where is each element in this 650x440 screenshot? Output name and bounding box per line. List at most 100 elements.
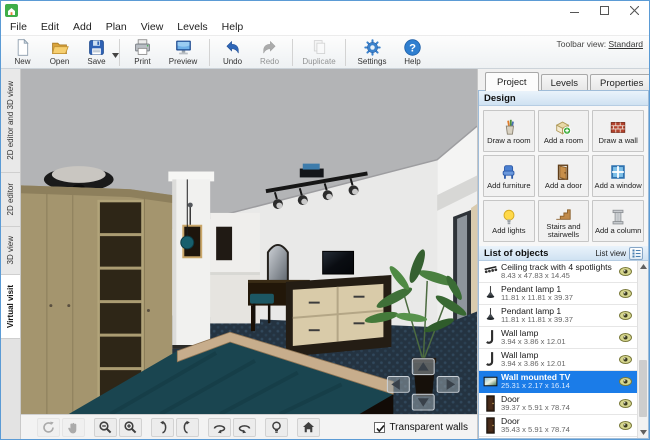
- light-icon[interactable]: [265, 417, 288, 437]
- visibility-eye-icon[interactable]: [619, 355, 633, 364]
- print-icon: [133, 38, 152, 57]
- undo-button[interactable]: Undo: [214, 37, 251, 68]
- object-row-pendant-lamp-2[interactable]: Pendant lamp 1 11.81 x 11.81 x 39.37: [479, 305, 637, 327]
- tab-project[interactable]: Project: [485, 72, 539, 91]
- object-row-wall-lamp-2[interactable]: Wall lamp 3.94 x 3.86 x 12.01: [479, 349, 637, 371]
- tab-2d-editor-and-3d-view[interactable]: 2D editor and 3D view: [1, 69, 20, 173]
- tab-virtual-visit[interactable]: Virtual visit: [1, 275, 20, 339]
- rotate-360-icon[interactable]: [37, 417, 60, 437]
- ceiling-track-icon: [483, 263, 498, 280]
- add-a-door-button[interactable]: Add a door: [537, 155, 590, 197]
- minimize-button[interactable]: [559, 1, 589, 19]
- tilt-right-icon[interactable]: [176, 417, 199, 437]
- duplicate-button[interactable]: Duplicate: [297, 37, 341, 68]
- visibility-eye-icon[interactable]: [619, 377, 633, 386]
- project-panel: Design Draw a room Add a room Draw a wal…: [478, 90, 649, 439]
- tab-3d-view[interactable]: 3D view: [1, 227, 20, 275]
- add-lights-button[interactable]: Add lights: [483, 200, 535, 242]
- draw-room-icon: [500, 117, 518, 137]
- help-button[interactable]: ? Help: [394, 37, 431, 68]
- draw-a-room-button[interactable]: Draw a room: [483, 110, 535, 152]
- titlebar: [1, 1, 649, 19]
- add-a-column-button[interactable]: Add a column: [592, 200, 644, 242]
- light-bulb-icon: [500, 207, 518, 227]
- door-icon: [483, 395, 498, 412]
- menu-add[interactable]: Add: [66, 20, 99, 34]
- scrollbar-thumb[interactable]: [639, 360, 647, 417]
- objects-scrollbar[interactable]: [637, 261, 648, 438]
- orbit-right-icon[interactable]: [233, 417, 256, 437]
- duplicate-pages-icon: [310, 38, 329, 57]
- undo-arrow-icon: [223, 38, 242, 57]
- transparent-walls-control: Transparent walls: [374, 421, 468, 433]
- pendant-lamp-icon: [483, 307, 498, 324]
- settings-button[interactable]: Settings: [350, 37, 394, 68]
- transparent-walls-checkbox[interactable]: [374, 421, 386, 433]
- home-view-icon[interactable]: [297, 417, 320, 437]
- list-view-toggle-button[interactable]: [629, 246, 643, 260]
- menu-plan[interactable]: Plan: [99, 20, 134, 34]
- menu-levels[interactable]: Levels: [170, 20, 214, 34]
- scroll-up-arrow-icon[interactable]: [638, 261, 648, 272]
- object-row-wall-lamp-1[interactable]: Wall lamp 3.94 x 3.86 x 12.01: [479, 327, 637, 349]
- menu-file[interactable]: File: [3, 20, 34, 34]
- tilt-left-icon[interactable]: [151, 417, 174, 437]
- tab-properties[interactable]: Properties: [590, 74, 649, 91]
- object-row-pendant-lamp-1[interactable]: Pendant lamp 1 11.81 x 11.81 x 39.37: [479, 283, 637, 305]
- open-folder-icon: [50, 38, 69, 57]
- scroll-down-arrow-icon[interactable]: [638, 427, 648, 438]
- toolbar-separator: [209, 38, 210, 66]
- print-button[interactable]: Print: [124, 37, 161, 68]
- stairs-button[interactable]: Stairs and stairwells: [537, 200, 590, 242]
- dpad-right-button[interactable]: [436, 376, 460, 393]
- object-row-ceiling-track[interactable]: Ceiling track with 4 spotlights 8.43 x 47…: [479, 261, 637, 283]
- 3d-viewport[interactable]: [21, 69, 477, 414]
- visibility-eye-icon[interactable]: [619, 289, 633, 298]
- pan-hand-icon[interactable]: [62, 417, 85, 437]
- save-button[interactable]: Save: [78, 37, 119, 68]
- menu-edit[interactable]: Edit: [34, 20, 66, 34]
- column-icon: [609, 207, 627, 227]
- object-row-door-1[interactable]: Door 39.37 x 5.91 x 78.74: [479, 393, 637, 415]
- menu-help[interactable]: Help: [215, 20, 251, 34]
- draw-a-wall-button[interactable]: Draw a wall: [592, 110, 644, 152]
- maximize-button[interactable]: [589, 1, 619, 19]
- tab-levels[interactable]: Levels: [540, 74, 589, 91]
- zoom-in-icon[interactable]: [119, 417, 142, 437]
- right-panel: Project Levels Properties Design Draw a …: [477, 69, 649, 439]
- dpad-left-button[interactable]: [386, 376, 410, 393]
- visibility-eye-icon: [619, 267, 633, 276]
- add-a-window-button[interactable]: Add a window: [592, 155, 644, 197]
- new-document-icon: [13, 38, 32, 57]
- tab-2d-editor[interactable]: 2D editor: [1, 173, 20, 227]
- visibility-eye-icon[interactable]: [619, 333, 633, 342]
- right-panel-tabs: Project Levels Properties: [478, 69, 649, 91]
- redo-button[interactable]: Redo: [251, 37, 288, 68]
- toolbar-separator: [292, 38, 293, 66]
- menu-view[interactable]: View: [134, 20, 171, 34]
- toolbar-view-switch: Toolbar view: Standard: [556, 39, 644, 49]
- visibility-eye-icon[interactable]: [619, 311, 633, 320]
- new-button[interactable]: New: [4, 37, 41, 68]
- close-button[interactable]: [619, 1, 649, 19]
- orbit-left-icon[interactable]: [208, 417, 231, 437]
- object-row-door-2[interactable]: Door 35.43 x 5.91 x 78.74: [479, 415, 637, 437]
- save-dropdown-arrow-icon[interactable]: [112, 45, 119, 63]
- zoom-out-icon[interactable]: [94, 417, 117, 437]
- design-section-header: Design: [479, 91, 648, 106]
- preview-button[interactable]: Preview: [161, 37, 205, 68]
- visibility-eye-icon[interactable]: [619, 399, 633, 408]
- visibility-eye-icon[interactable]: [619, 421, 633, 430]
- transparent-walls-label: Transparent walls: [389, 421, 468, 433]
- redo-arrow-icon: [260, 38, 279, 57]
- objects-section-header: List of objects List view: [479, 246, 648, 261]
- add-furniture-button[interactable]: Add furniture: [483, 155, 535, 197]
- dpad-up-button[interactable]: [411, 358, 435, 376]
- toolbar-view-standard-link[interactable]: Standard: [609, 39, 644, 49]
- furniture-chair-icon: [500, 162, 518, 182]
- view-mode-tabs: 2D editor and 3D view 2D editor 3D view …: [1, 69, 21, 439]
- open-button[interactable]: Open: [41, 37, 78, 68]
- add-a-room-button[interactable]: Add a room: [537, 110, 590, 152]
- object-row-wall-mounted-tv[interactable]: Wall mounted TV 25.31 x 2.17 x 16.14: [479, 371, 637, 393]
- dpad-down-button[interactable]: [411, 393, 435, 411]
